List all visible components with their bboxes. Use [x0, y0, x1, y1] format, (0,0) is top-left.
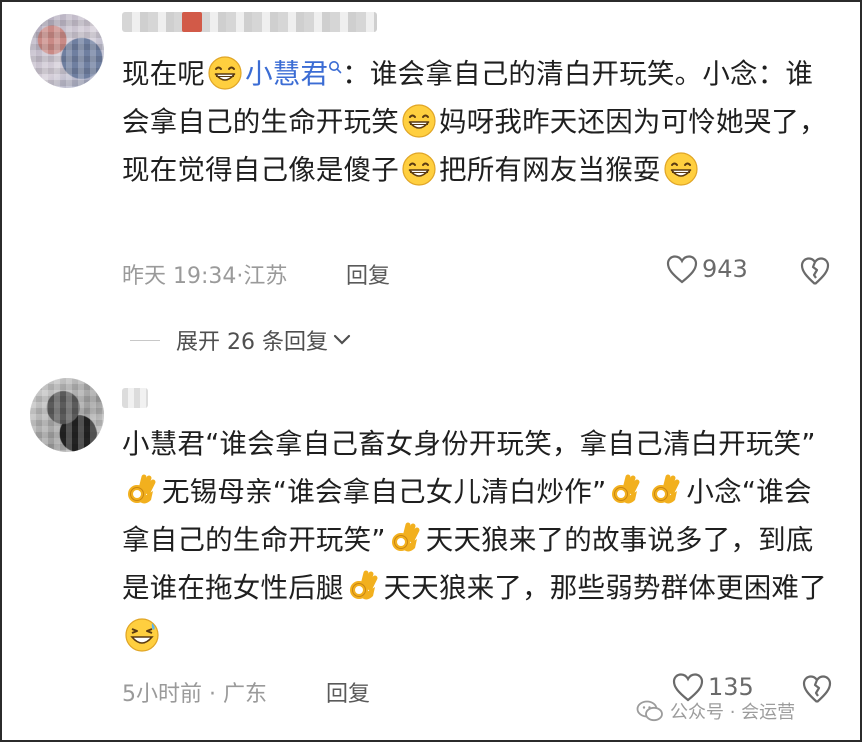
- comment-text-segment: 小慧君“谁会拿自己畜女身份开玩笑，拿自己清白开玩笑”: [122, 428, 816, 460]
- ok-hand-emoji-icon: [608, 473, 644, 509]
- comment-text: 小慧君“谁会拿自己畜女身份开玩笑，拿自己清白开玩笑” 无锡母亲“谁会拿自己女儿清白…: [122, 420, 832, 660]
- expand-replies-label: 展开 26 条回复: [176, 330, 328, 355]
- grin-emoji-icon: [401, 103, 437, 139]
- username-blurred[interactable]: [122, 12, 377, 32]
- grin-emoji-icon: [207, 55, 243, 91]
- comment-time: 5小时前: [122, 682, 202, 707]
- ok-hand-emoji-icon: [388, 521, 424, 557]
- avatar[interactable]: [30, 378, 104, 452]
- laugh-tears-emoji-icon: [124, 617, 160, 653]
- search-icon: [328, 46, 342, 94]
- like-count: 943: [702, 255, 748, 283]
- ok-hand-emoji-icon: [346, 569, 382, 605]
- comment-text-segment: 把所有网友当猴耍: [439, 154, 661, 186]
- comment-meta: 昨天 19:34·江苏: [122, 264, 288, 289]
- avatar[interactable]: [30, 14, 104, 88]
- comment-time: 昨天 19:34: [122, 264, 237, 289]
- wechat-icon: [636, 700, 663, 722]
- reply-button[interactable]: 回复: [346, 258, 390, 290]
- username-blurred[interactable]: [122, 388, 148, 408]
- comment-text: 现在呢 小慧君 ：谁会拿自己的清白开玩笑。小念：谁会拿自己的生命开玩笑 妈呀我昨天还因…: [122, 50, 832, 194]
- ok-hand-emoji-icon: [124, 473, 160, 509]
- grin-emoji-icon: [663, 151, 699, 187]
- dislike-button[interactable]: [800, 256, 830, 290]
- grin-emoji-icon: [401, 151, 437, 187]
- heart-icon: [666, 255, 698, 284]
- watermark: 公众号 · 会运营: [636, 698, 795, 724]
- reply-button[interactable]: 回复: [326, 676, 370, 708]
- comment-meta: 5小时前 · 广东: [122, 682, 267, 707]
- comment-location: 江苏: [243, 264, 288, 289]
- comment-text-segment: 天天狼来了，那些弱势群体更困难了: [383, 572, 827, 604]
- comment-text-segment: 无锡母亲“谁会拿自己女儿清白炒作”: [162, 476, 607, 508]
- watermark-text: 公众号 · 会运营: [670, 702, 796, 723]
- user-mention-link[interactable]: 小慧君: [245, 58, 328, 90]
- comment-text-segment: 现在呢: [122, 58, 206, 90]
- expand-replies-button[interactable]: 展开 26 条回复: [130, 324, 352, 356]
- comment-location: 广东: [222, 682, 267, 707]
- ok-hand-emoji-icon: [648, 473, 684, 509]
- broken-heart-icon: [800, 257, 830, 285]
- divider: [130, 339, 160, 341]
- chevron-down-icon: [333, 334, 351, 345]
- like-button[interactable]: 943: [666, 254, 748, 284]
- like-count: 135: [708, 673, 754, 701]
- broken-heart-icon: [802, 675, 832, 703]
- dislike-button[interactable]: [802, 674, 832, 708]
